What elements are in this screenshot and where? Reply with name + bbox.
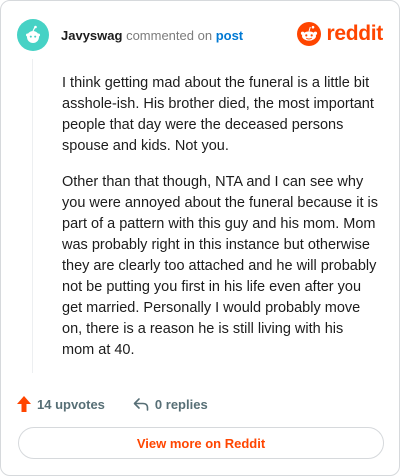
snoo-avatar-icon <box>26 25 40 43</box>
comment-header: Javyswag commented on post reddit <box>17 15 383 55</box>
upvote-arrow-icon <box>17 396 31 412</box>
thread-line <box>32 59 33 373</box>
view-more-button[interactable]: View more on Reddit <box>18 427 384 459</box>
comment-meta: Javyswag commented on post <box>61 28 243 43</box>
reddit-snoo-icon <box>297 22 322 46</box>
comment-paragraph: Other than that though, NTA and I can se… <box>62 174 378 358</box>
reply-arrow-icon <box>133 398 149 411</box>
comment-embed-card: Javyswag commented on post reddit I thin… <box>0 0 400 476</box>
upvotes-button[interactable]: 14 upvotes <box>17 396 105 412</box>
upvotes-count: 14 upvotes <box>37 396 105 412</box>
reddit-logo[interactable]: reddit <box>297 22 383 46</box>
reddit-wordmark: reddit <box>326 22 383 45</box>
comment-paragraph: I think getting mad about the funeral is… <box>62 75 374 154</box>
replies-count: 0 replies <box>154 396 208 412</box>
post-link[interactable]: post <box>216 28 243 43</box>
avatar[interactable] <box>17 19 49 51</box>
replies-button[interactable]: 0 replies <box>133 397 208 412</box>
action-text: commented on <box>126 27 213 43</box>
comment-body: I think getting mad about the funeral is… <box>62 73 378 376</box>
username-link[interactable]: Javyswag <box>61 28 122 43</box>
comment-actions: 14 upvotes 0 replies <box>17 393 208 415</box>
